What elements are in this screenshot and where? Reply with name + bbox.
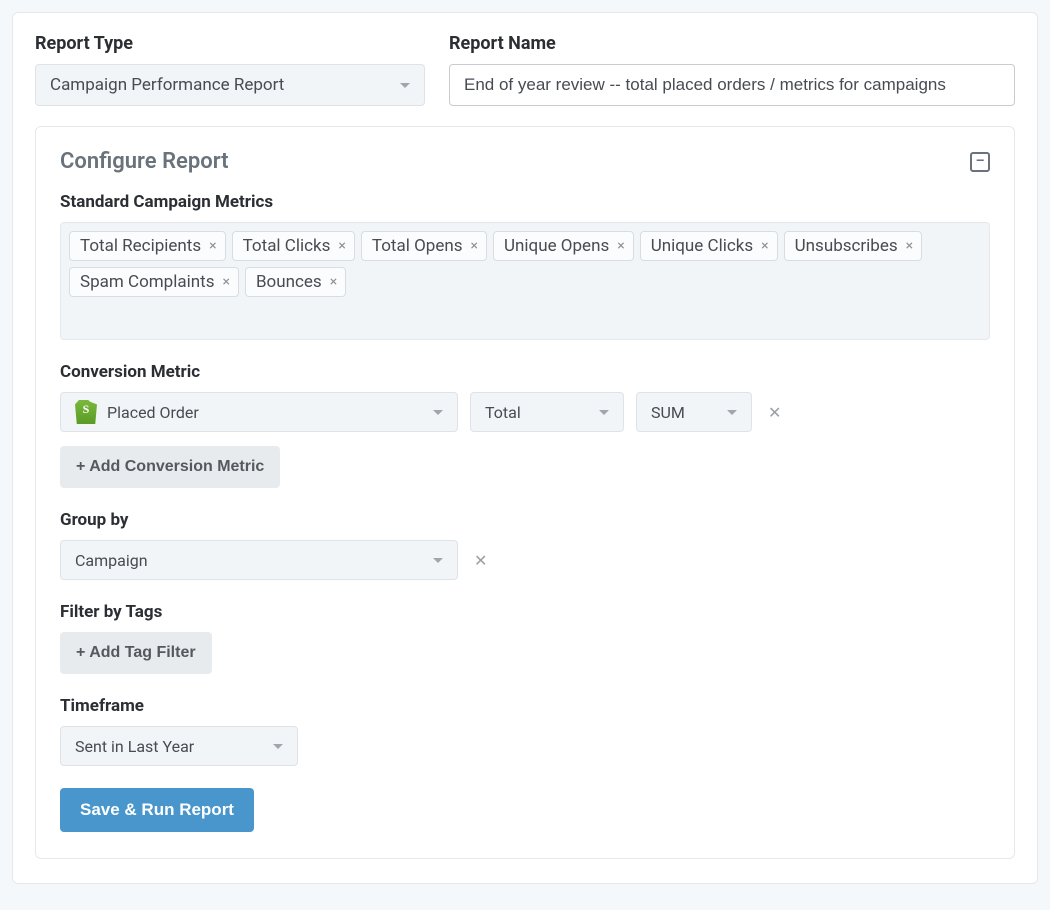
metric-chip: Bounces × bbox=[245, 267, 346, 297]
metric-chip: Unique Opens × bbox=[493, 231, 634, 261]
report-type-field: Report Type Campaign Performance Report bbox=[35, 33, 425, 106]
chevron-down-icon bbox=[400, 83, 410, 88]
report-type-select[interactable]: Campaign Performance Report bbox=[35, 64, 425, 106]
conversion-metric-select[interactable]: Placed Order bbox=[60, 392, 458, 432]
remove-chip-icon[interactable]: × bbox=[330, 274, 337, 290]
configure-report-header: Configure Report bbox=[60, 149, 990, 174]
metric-chip: Total Opens × bbox=[361, 231, 487, 261]
metric-chip-label: Unique Opens bbox=[504, 236, 609, 256]
filter-by-tags-section: Filter by Tags + Add Tag Filter bbox=[60, 602, 990, 674]
conversion-aggregation-select[interactable]: SUM bbox=[636, 392, 752, 432]
metric-chip-label: Total Clicks bbox=[243, 236, 331, 256]
metric-chip-label: Unique Clicks bbox=[651, 236, 753, 256]
group-by-select[interactable]: Campaign bbox=[60, 540, 458, 580]
conversion-metric-label: Conversion Metric bbox=[60, 362, 990, 382]
metric-chip-label: Unsubscribes bbox=[795, 236, 898, 256]
group-by-label: Group by bbox=[60, 510, 990, 530]
metric-chip-label: Spam Complaints bbox=[80, 272, 214, 292]
timeframe-label: Timeframe bbox=[60, 696, 990, 716]
remove-chip-icon[interactable]: × bbox=[338, 238, 345, 254]
metric-chip: Total Recipients × bbox=[69, 231, 226, 261]
remove-chip-icon[interactable]: × bbox=[471, 238, 478, 254]
group-by-value: Campaign bbox=[75, 551, 148, 570]
remove-chip-icon[interactable]: × bbox=[617, 238, 624, 254]
conversion-metric-section: Conversion Metric Placed Order Total SUM bbox=[60, 362, 990, 488]
report-header-row: Report Type Campaign Performance Report … bbox=[35, 33, 1015, 106]
filter-by-tags-label: Filter by Tags bbox=[60, 602, 990, 622]
metric-chip-label: Total Opens bbox=[372, 236, 463, 256]
remove-group-by-icon[interactable]: ✕ bbox=[470, 547, 491, 574]
metric-chip: Unique Clicks × bbox=[640, 231, 778, 261]
report-builder-card: Report Type Campaign Performance Report … bbox=[12, 12, 1038, 884]
report-name-label: Report Name bbox=[449, 33, 1015, 54]
configure-report-panel: Configure Report Standard Campaign Metri… bbox=[35, 126, 1015, 859]
group-by-row: Campaign ✕ bbox=[60, 540, 990, 580]
report-type-label: Report Type bbox=[35, 33, 425, 54]
add-conversion-metric-button[interactable]: + Add Conversion Metric bbox=[60, 446, 280, 488]
conversion-aggregation-value: SUM bbox=[651, 403, 685, 422]
timeframe-select[interactable]: Sent in Last Year bbox=[60, 726, 298, 766]
shopify-icon bbox=[75, 400, 97, 424]
timeframe-section: Timeframe Sent in Last Year bbox=[60, 696, 990, 766]
configure-report-title: Configure Report bbox=[60, 149, 229, 174]
group-by-section: Group by Campaign ✕ bbox=[60, 510, 990, 580]
chevron-down-icon bbox=[433, 410, 443, 415]
chevron-down-icon bbox=[599, 410, 609, 415]
metric-chip: Spam Complaints × bbox=[69, 267, 239, 297]
remove-chip-icon[interactable]: × bbox=[761, 238, 768, 254]
collapse-icon[interactable] bbox=[970, 152, 990, 172]
timeframe-value: Sent in Last Year bbox=[75, 737, 194, 756]
metric-chip-label: Total Recipients bbox=[80, 236, 201, 256]
conversion-metric-row: Placed Order Total SUM ✕ bbox=[60, 392, 990, 432]
report-type-value: Campaign Performance Report bbox=[50, 75, 284, 95]
metric-chip: Total Clicks × bbox=[232, 231, 355, 261]
report-name-input[interactable] bbox=[449, 64, 1015, 106]
conversion-scope-select[interactable]: Total bbox=[470, 392, 624, 432]
metric-chip: Unsubscribes × bbox=[784, 231, 923, 261]
remove-conversion-icon[interactable]: ✕ bbox=[764, 399, 785, 426]
standard-metrics-section: Standard Campaign Metrics Total Recipien… bbox=[60, 192, 990, 340]
metric-chip-label: Bounces bbox=[256, 272, 322, 292]
add-tag-filter-button[interactable]: + Add Tag Filter bbox=[60, 632, 212, 674]
standard-metrics-well[interactable]: Total Recipients×Total Clicks×Total Open… bbox=[60, 222, 990, 340]
standard-metrics-label: Standard Campaign Metrics bbox=[60, 192, 990, 212]
chevron-down-icon bbox=[727, 410, 737, 415]
save-run-report-button[interactable]: Save & Run Report bbox=[60, 788, 254, 832]
conversion-metric-value: Placed Order bbox=[107, 403, 199, 422]
report-name-field: Report Name bbox=[449, 33, 1015, 106]
chevron-down-icon bbox=[273, 744, 283, 749]
remove-chip-icon[interactable]: × bbox=[209, 238, 216, 254]
remove-chip-icon[interactable]: × bbox=[222, 274, 229, 290]
chevron-down-icon bbox=[433, 558, 443, 563]
remove-chip-icon[interactable]: × bbox=[906, 238, 913, 254]
conversion-scope-value: Total bbox=[485, 403, 521, 422]
